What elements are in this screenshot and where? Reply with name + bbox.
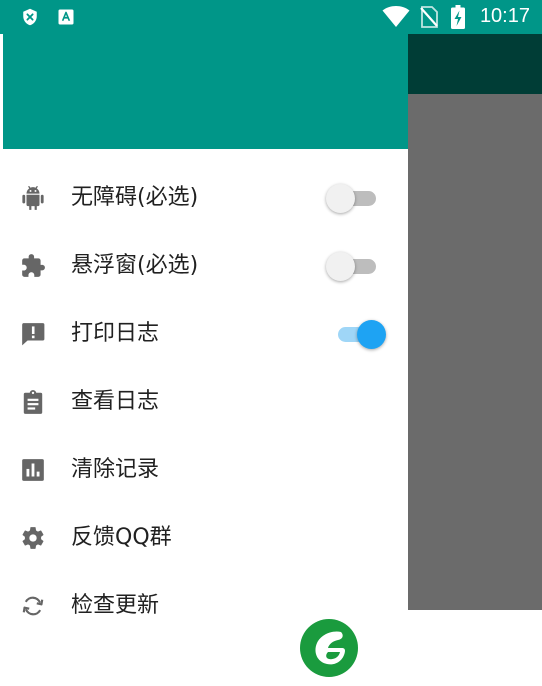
menu-label: 检查更新 — [71, 593, 160, 618]
switch-thumb — [357, 320, 386, 349]
status-bar: 10:17 — [0, 0, 542, 34]
menu-label: 悬浮窗(必选) — [71, 253, 199, 278]
menu-label: 清除记录 — [71, 457, 160, 482]
menu-label: 无障碍(必选) — [71, 185, 199, 210]
navigation-drawer: 无障碍(必选) 悬浮窗(必选) 打印日志 查看日志 清除记录 反馈QQ群 检查更… — [0, 0, 408, 686]
gear-icon — [22, 527, 44, 549]
no-sim-icon — [420, 6, 438, 28]
android-icon — [22, 185, 44, 210]
print-log-toggle[interactable] — [326, 320, 388, 349]
bar-chart-icon — [22, 459, 44, 481]
floating-window-toggle[interactable] — [326, 252, 388, 281]
accessibility-a-icon — [58, 9, 74, 25]
menu-item-floating-window[interactable]: 悬浮窗(必选) — [0, 232, 408, 300]
menu-item-print-log[interactable]: 打印日志 — [0, 300, 408, 368]
menu-item-feedback-qq-group[interactable]: 反馈QQ群 — [0, 504, 408, 572]
clipboard-icon — [23, 390, 43, 414]
switch-thumb — [326, 184, 355, 213]
menu-label: 查看日志 — [71, 389, 160, 414]
drawer-menu: 无障碍(必选) 悬浮窗(必选) 打印日志 查看日志 清除记录 反馈QQ群 检查更… — [0, 164, 408, 640]
puzzle-icon — [22, 254, 45, 277]
menu-label: 反馈QQ群 — [71, 525, 172, 550]
shield-x-icon — [23, 8, 37, 26]
wifi-icon — [382, 6, 410, 27]
status-time: 10:17 — [479, 5, 530, 27]
menu-label: 打印日志 — [71, 321, 160, 346]
menu-item-view-log[interactable]: 查看日志 — [0, 368, 408, 436]
menu-item-accessibility[interactable]: 无障碍(必选) — [0, 164, 408, 232]
feedback-alert-icon — [22, 323, 45, 346]
switch-thumb — [326, 252, 355, 281]
app-logo — [300, 619, 358, 677]
sync-icon — [22, 596, 44, 616]
menu-item-clear-records[interactable]: 清除记录 — [0, 436, 408, 504]
battery-charging-icon — [451, 5, 465, 29]
accessibility-toggle[interactable] — [326, 184, 388, 213]
